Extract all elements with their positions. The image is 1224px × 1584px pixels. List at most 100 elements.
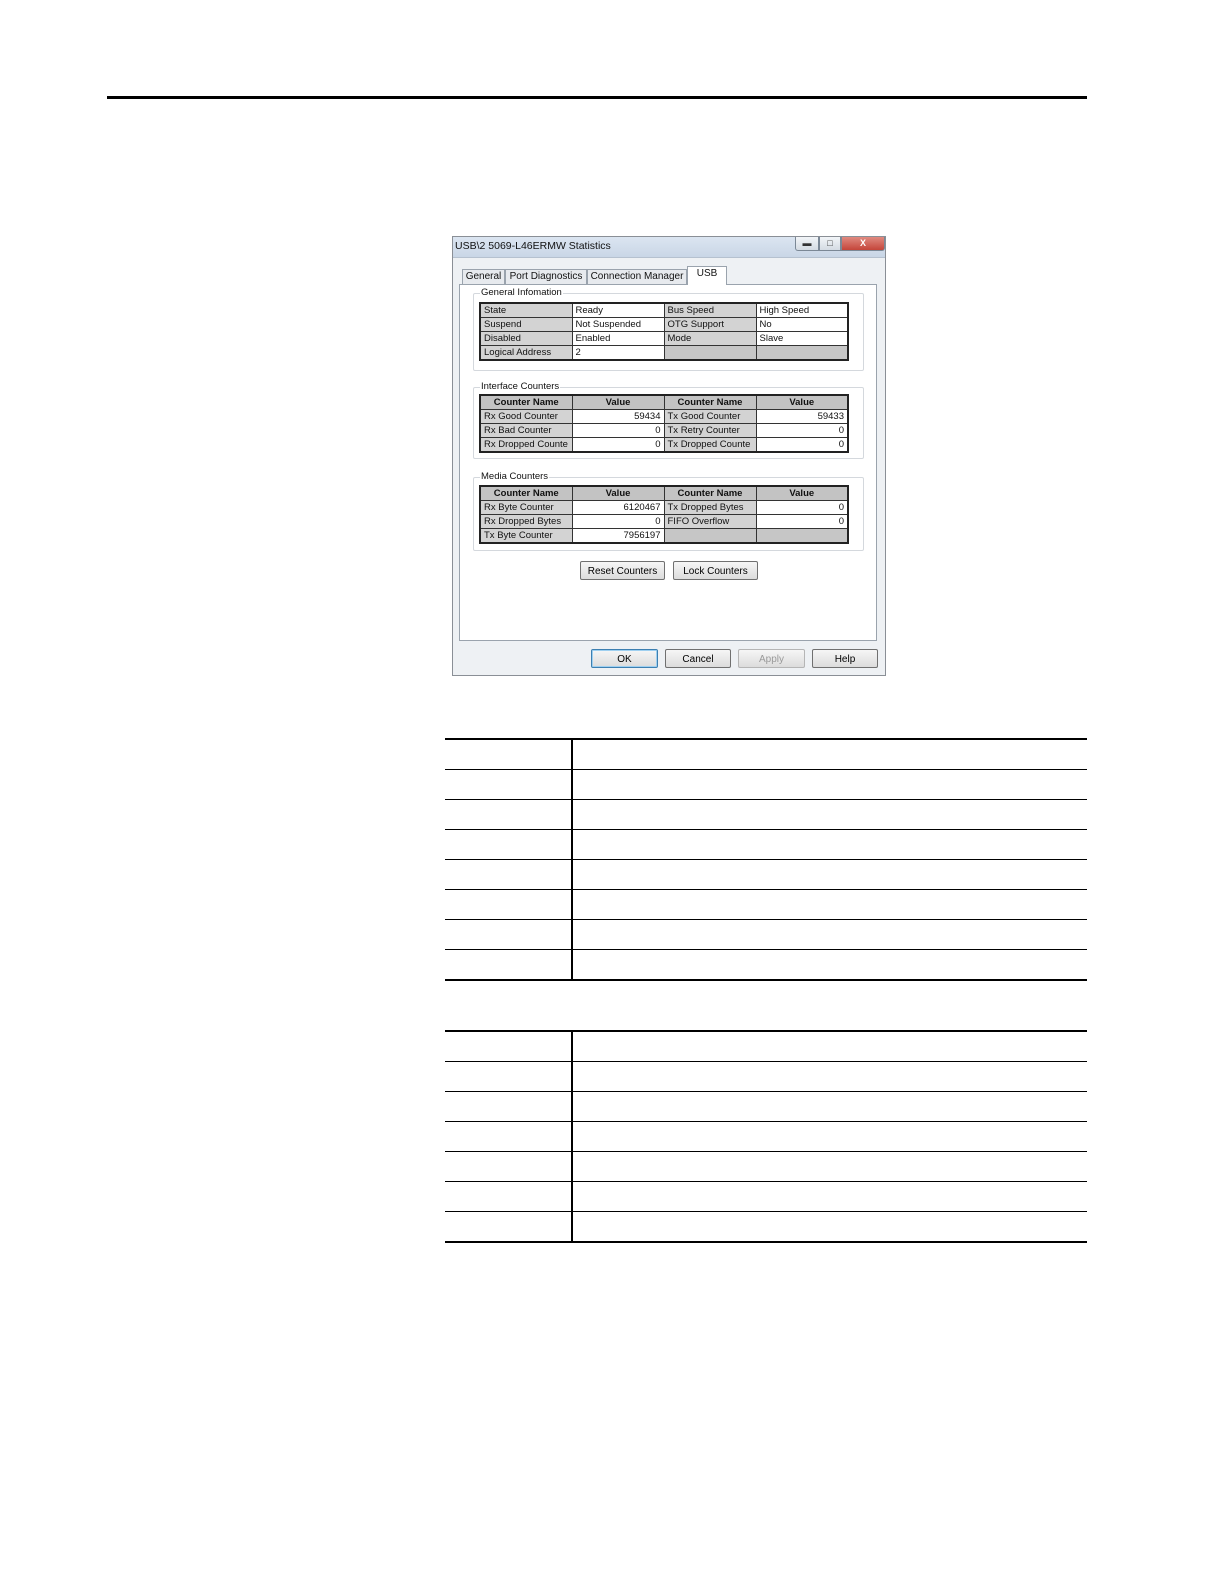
table-cell: Tx Dropped Bytes [663, 500, 757, 515]
table-cell: 7956197 [571, 528, 665, 544]
table-row [445, 799, 1087, 830]
table-row [445, 769, 1087, 800]
table-cell: 59434 [571, 409, 665, 424]
table-cell: Tx Byte Counter [479, 528, 573, 544]
tab-usb[interactable]: USB [687, 266, 727, 285]
doc-table-2 [445, 1030, 1087, 1243]
tab-general[interactable]: General [462, 269, 505, 284]
column-header: Value [755, 485, 849, 501]
table-row: Disabled Enabled Mode Slave [479, 331, 849, 346]
media-counters-label: Media Counters [480, 471, 550, 482]
table-cell: 59433 [755, 409, 849, 424]
table-cell: No [755, 317, 849, 332]
table-cell: Rx Dropped Counte [479, 437, 573, 453]
table-row [445, 1181, 1087, 1212]
table-cell: Suspend [479, 317, 573, 332]
table-cell: State [479, 302, 573, 318]
column-header: Counter Name [479, 394, 573, 410]
interface-counters-label: Interface Counters [480, 381, 561, 392]
table-row [445, 1211, 1087, 1242]
table-row: Suspend Not Suspended OTG Support No [479, 317, 849, 332]
table-row [445, 739, 1087, 770]
table-cell: 0 [755, 437, 849, 453]
maximize-button[interactable]: □ [819, 237, 841, 251]
table-row: Rx Bad Counter 0 Tx Retry Counter 0 [479, 423, 849, 438]
cancel-button[interactable]: Cancel [665, 649, 731, 668]
table-cell: Tx Dropped Counte [663, 437, 757, 453]
general-information-group: General Infomation State Ready Bus Speed… [473, 287, 864, 371]
table-cell: Rx Good Counter [479, 409, 573, 424]
table-cell: Tx Good Counter [663, 409, 757, 424]
usb-tab-panel: General Infomation State Ready Bus Speed… [459, 284, 877, 641]
reset-counters-button[interactable]: Reset Counters [580, 561, 665, 580]
table-cell: 0 [755, 500, 849, 515]
table-cell: Not Suspended [571, 317, 665, 332]
table-cell: Bus Speed [663, 302, 757, 318]
table-row [445, 889, 1087, 920]
table-row: Rx Byte Counter 6120467 Tx Dropped Bytes… [479, 500, 849, 515]
table-cell: FIFO Overflow [663, 514, 757, 529]
lock-counters-button[interactable]: Lock Counters [673, 561, 758, 580]
table-row [445, 919, 1087, 950]
close-button[interactable]: X [841, 237, 885, 251]
statistics-dialog: USB\2 5069-L46ERMW Statistics ▬ □ X Gene… [452, 236, 886, 676]
apply-button[interactable]: Apply [738, 649, 805, 668]
column-header: Value [755, 394, 849, 410]
media-counters-group: Media Counters Counter Name Value Counte… [473, 471, 864, 551]
table-cell: High Speed [755, 302, 849, 318]
table-cell: Tx Retry Counter [663, 423, 757, 438]
table-cell: 2 [571, 345, 665, 361]
table-cell: Rx Bad Counter [479, 423, 573, 438]
tab-connection-manager[interactable]: Connection Manager [587, 269, 687, 284]
column-header: Counter Name [479, 485, 573, 501]
table-cell: 0 [571, 423, 665, 438]
column-header: Value [571, 394, 665, 410]
table-cell: Mode [663, 331, 757, 346]
ok-button[interactable]: OK [591, 649, 658, 668]
table-cell: Disabled [479, 331, 573, 346]
table-cell: 6120467 [571, 500, 665, 515]
table-cell [663, 345, 757, 361]
table-cell: Rx Dropped Bytes [479, 514, 573, 529]
table-row [445, 949, 1087, 980]
table-header-row: Counter Name Value Counter Name Value [479, 394, 849, 410]
table-row: Logical Address 2 [479, 345, 849, 361]
page-top-rule [107, 96, 1087, 99]
table-cell: 0 [755, 514, 849, 529]
table-row [445, 1151, 1087, 1182]
dialog-title: USB\2 5069-L46ERMW Statistics [455, 240, 611, 252]
table-cell [663, 528, 757, 544]
table-row [445, 1091, 1087, 1122]
table-cell: Slave [755, 331, 849, 346]
media-counters-table: Counter Name Value Counter Name Value Rx… [479, 485, 849, 544]
table-row: Rx Good Counter 59434 Tx Good Counter 59… [479, 409, 849, 424]
interface-counters-table: Counter Name Value Counter Name Value Rx… [479, 394, 849, 453]
table-cell: 0 [571, 514, 665, 529]
general-information-label: General Infomation [480, 287, 563, 298]
column-header: Value [571, 485, 665, 501]
minimize-button[interactable]: ▬ [795, 237, 819, 251]
table-row [445, 1061, 1087, 1092]
doc-table-1 [445, 738, 1087, 981]
column-header: Counter Name [663, 394, 757, 410]
table-cell: 0 [571, 437, 665, 453]
table-cell: Rx Byte Counter [479, 500, 573, 515]
table-row: State Ready Bus Speed High Speed [479, 302, 849, 318]
column-header: Counter Name [663, 485, 757, 501]
table-cell: Logical Address [479, 345, 573, 361]
table-cell: Ready [571, 302, 665, 318]
table-row [445, 829, 1087, 860]
table-row: Tx Byte Counter 7956197 [479, 528, 849, 544]
table-cell: Enabled [571, 331, 665, 346]
table-row: Rx Dropped Bytes 0 FIFO Overflow 0 [479, 514, 849, 529]
table-cell [755, 345, 849, 361]
general-information-table: State Ready Bus Speed High Speed Suspend… [479, 302, 849, 361]
table-row [445, 1031, 1087, 1062]
tab-port-diagnostics[interactable]: Port Diagnostics [505, 269, 587, 284]
table-row [445, 1121, 1087, 1152]
interface-counters-group: Interface Counters Counter Name Value Co… [473, 381, 864, 459]
help-button[interactable]: Help [812, 649, 878, 668]
table-header-row: Counter Name Value Counter Name Value [479, 485, 849, 501]
table-cell: 0 [755, 423, 849, 438]
title-bar: USB\2 5069-L46ERMW Statistics ▬ □ X [453, 237, 885, 258]
